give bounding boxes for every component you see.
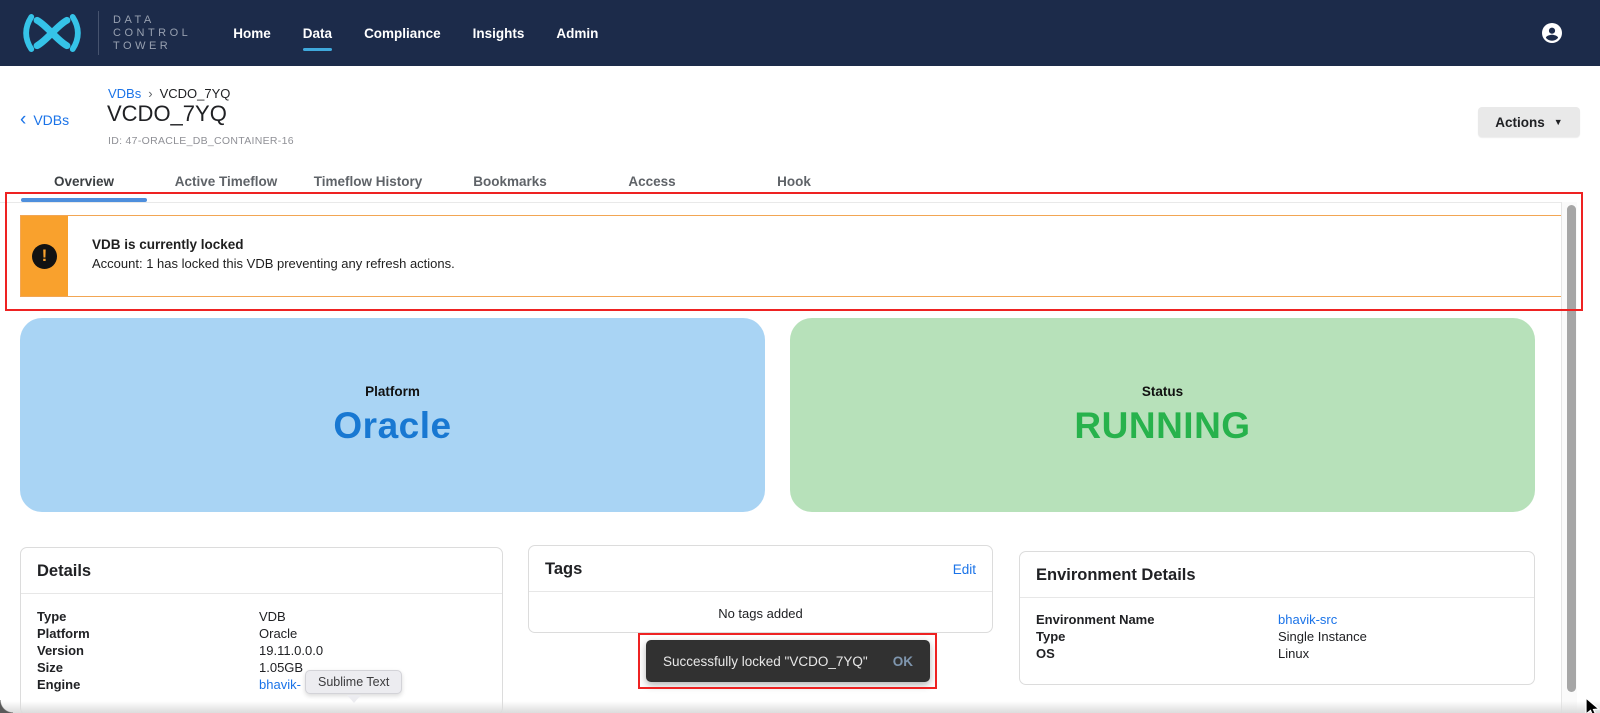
details-card: Details Type VDB Platform Oracle Version… (20, 547, 503, 713)
details-row-size: Size 1.05GB (37, 659, 486, 676)
breadcrumb-separator-icon: › (148, 86, 152, 101)
app-window: DATA CONTROL TOWER Home Data Compliance … (0, 0, 1600, 713)
nav-item-compliance[interactable]: Compliance (364, 20, 441, 47)
tab-bar: Overview Active Timeflow Timeflow Histor… (13, 160, 865, 202)
chevron-left-icon: ‹ (20, 113, 26, 127)
details-row-label: Platform (37, 625, 259, 642)
brand-line-1: DATA (113, 14, 191, 27)
tab-bookmarks[interactable]: Bookmarks (439, 160, 581, 202)
tags-edit-link[interactable]: Edit (953, 562, 976, 577)
env-row-type: Type Single Instance (1036, 628, 1518, 645)
scrollbar-thumb[interactable] (1567, 205, 1576, 692)
tags-empty-text: No tags added (529, 592, 992, 621)
env-row-value: Single Instance (1278, 628, 1367, 645)
details-row-label: Type (37, 608, 259, 625)
tab-hook[interactable]: Hook (723, 160, 865, 202)
brand-line-2: CONTROL (113, 27, 191, 40)
window-corner (0, 700, 13, 713)
caret-down-icon: ▼ (1554, 117, 1563, 127)
details-row-type: Type VDB (37, 608, 486, 625)
alert-message: Account: 1 has locked this VDB preventin… (92, 256, 455, 271)
tab-access[interactable]: Access (581, 160, 723, 202)
status-card-value: RUNNING (1074, 405, 1250, 447)
top-navbar: DATA CONTROL TOWER Home Data Compliance … (0, 0, 1600, 66)
os-app-tooltip: Sublime Text (305, 670, 402, 694)
snackbar-ok-button[interactable]: OK (893, 654, 913, 669)
tabbar-divider (0, 202, 1561, 203)
environment-details-card: Environment Details Environment Name bha… (1019, 551, 1535, 685)
details-row-platform: Platform Oracle (37, 625, 486, 642)
env-row-name: Environment Name bhavik-src (1036, 611, 1518, 628)
platform-card-value: Oracle (333, 405, 451, 447)
tab-overview[interactable]: Overview (13, 160, 155, 202)
tooltip-arrow-icon (347, 695, 361, 703)
status-card: Status RUNNING (790, 318, 1535, 512)
tags-card: Tags Edit No tags added (528, 545, 993, 633)
details-row-label: Size (37, 659, 259, 676)
nav-item-admin[interactable]: Admin (556, 20, 598, 47)
details-row-value: Oracle (259, 625, 297, 642)
tags-card-title: Tags (545, 560, 582, 579)
alert-color-strip: ! (21, 216, 68, 296)
env-row-value: Linux (1278, 645, 1309, 662)
details-row-value: 1.05GB (259, 659, 303, 676)
breadcrumb: VDBs › VCDO_7YQ (108, 86, 230, 101)
brand-divider (98, 11, 99, 55)
details-row-value: 19.11.0.0.0 (259, 642, 323, 659)
engine-link[interactable]: bhavik- (259, 676, 301, 693)
alert-title: VDB is currently locked (92, 237, 455, 252)
nav-item-data[interactable]: Data (303, 20, 332, 47)
mouse-cursor-icon (1584, 697, 1600, 713)
status-card-label: Status (1142, 384, 1183, 399)
breadcrumb-vdbs-link[interactable]: VDBs (108, 86, 141, 101)
environment-card-title: Environment Details (1036, 566, 1196, 585)
main-nav: Home Data Compliance Insights Admin (233, 20, 598, 47)
env-row-label: Type (1036, 628, 1278, 645)
platform-card: Platform Oracle (20, 318, 765, 512)
os-app-tooltip-text: Sublime Text (305, 670, 402, 694)
tab-active-timeflow[interactable]: Active Timeflow (155, 160, 297, 202)
details-row-label: Engine (37, 676, 259, 693)
details-row-engine: Engine bhavik- (37, 676, 486, 693)
brand-wordmark: DATA CONTROL TOWER (113, 14, 191, 53)
details-row-value: VDB (259, 608, 286, 625)
account-icon[interactable] (1540, 21, 1564, 45)
platform-card-label: Platform (365, 384, 420, 399)
brand[interactable]: DATA CONTROL TOWER (16, 10, 191, 56)
snackbar: Successfully locked "VCDO_7YQ" OK (646, 640, 930, 682)
delphix-logo-icon (16, 10, 88, 56)
page-title: VCDO_7YQ (107, 101, 227, 127)
snackbar-message: Successfully locked "VCDO_7YQ" (663, 654, 868, 669)
env-row-label: Environment Name (1036, 611, 1278, 628)
actions-button[interactable]: Actions ▼ (1478, 107, 1580, 137)
details-row-version: Version 19.11.0.0.0 (37, 642, 486, 659)
brand-line-3: TOWER (113, 40, 191, 53)
back-to-vdbs-link[interactable]: ‹ VDBs (20, 112, 69, 128)
env-row-os: OS Linux (1036, 645, 1518, 662)
environment-name-link[interactable]: bhavik-src (1278, 611, 1337, 628)
alert-exclamation-icon: ! (32, 244, 57, 269)
env-row-label: OS (1036, 645, 1278, 662)
page-id: ID: 47-ORACLE_DB_CONTAINER-16 (108, 135, 294, 147)
details-row-label: Version (37, 642, 259, 659)
actions-button-label: Actions (1495, 115, 1545, 130)
breadcrumb-current: VCDO_7YQ (160, 86, 231, 101)
vdb-locked-alert: ! VDB is currently locked Account: 1 has… (20, 215, 1567, 297)
tab-timeflow-history[interactable]: Timeflow History (297, 160, 439, 202)
nav-item-home[interactable]: Home (233, 20, 271, 47)
details-card-title: Details (37, 562, 91, 581)
nav-item-insights[interactable]: Insights (473, 20, 525, 47)
back-link-label: VDBs (33, 112, 69, 128)
